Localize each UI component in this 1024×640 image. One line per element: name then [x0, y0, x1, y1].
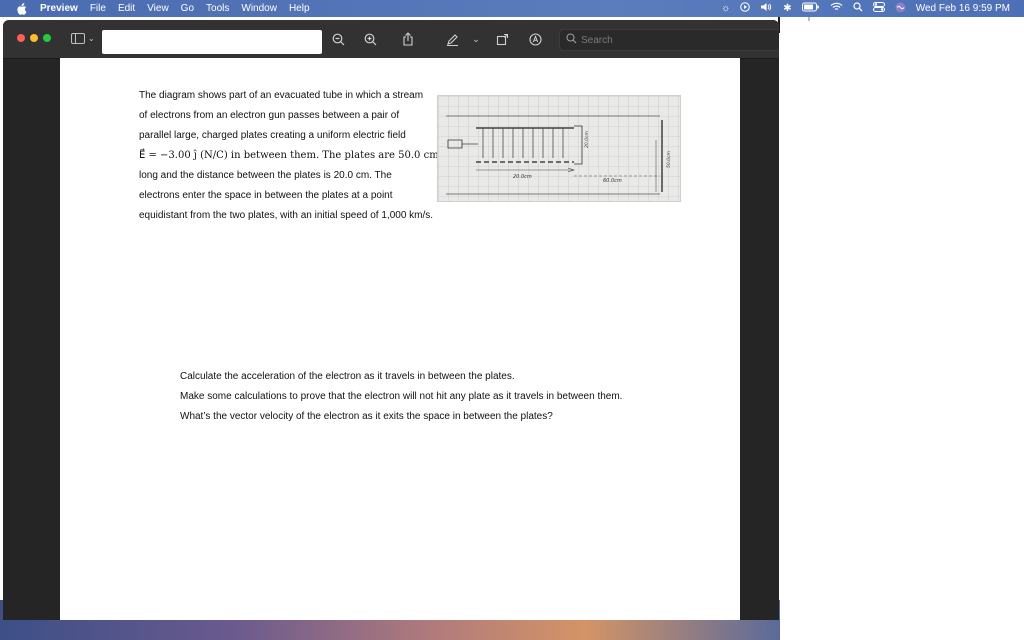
spotlight-search-icon[interactable] — [853, 2, 863, 15]
markup-pen-icon[interactable] — [443, 30, 461, 48]
sidebar-toggle-button[interactable]: ⌄ — [71, 31, 97, 45]
battery-icon[interactable] — [801, 2, 820, 15]
minimize-button[interactable] — [30, 34, 38, 42]
status-area: ☼ ✱ Wed Feb 16 9:59 PM — [711, 0, 1010, 17]
menu-help[interactable]: Help — [289, 3, 310, 14]
share-icon[interactable] — [399, 30, 417, 48]
diagram-label: 60.0cm — [603, 178, 622, 184]
zoom-out-icon[interactable] — [329, 30, 347, 48]
annotate-icon[interactable] — [526, 30, 544, 48]
clipped-question-line — [180, 427, 650, 433]
window-edge-mark — [808, 17, 810, 21]
question-item: What’s the vector velocity of the electr… — [180, 411, 553, 422]
menu-tools[interactable]: Tools — [206, 3, 229, 14]
siri-icon[interactable] — [895, 2, 906, 16]
menu-window[interactable]: Window — [241, 3, 277, 14]
paragraph-line: of electrons from an electron gun passes… — [139, 110, 400, 121]
diagram-label: 20.0cm — [513, 174, 532, 180]
zoom-in-icon[interactable] — [361, 30, 379, 48]
clock[interactable]: Wed Feb 16 9:59 PM — [916, 3, 1010, 14]
menu-bar: Preview File Edit View Go Tools Window H… — [0, 0, 1024, 17]
brightness-icon[interactable]: ☼ — [721, 3, 730, 14]
menu-app-name[interactable]: Preview — [40, 3, 78, 14]
chevron-down-icon: ⌄ — [88, 33, 95, 43]
question-list: Calculate the acceleration of the electr… — [180, 367, 650, 433]
preview-window: ⌄ ⌄ Search The diagram shows part of an … — [3, 20, 779, 620]
diagram-label: 20.0cm — [584, 131, 590, 148]
question-item: Calculate the acceleration of the electr… — [180, 371, 515, 382]
menu-view[interactable]: View — [147, 3, 169, 14]
blank-screen-area — [780, 17, 1024, 640]
control-center-icon[interactable] — [872, 2, 885, 15]
rotate-icon[interactable] — [493, 30, 511, 48]
paragraph-line: long and the distance between the plates… — [139, 170, 392, 181]
search-field[interactable]: Search — [559, 29, 779, 51]
search-placeholder: Search — [581, 34, 613, 46]
paragraph-line: E⃗ = −3.00 ĵ (N/C) in between them. The … — [139, 150, 439, 161]
play-icon[interactable] — [740, 2, 751, 15]
paragraph-line: electrons enter the space in between the… — [139, 190, 393, 201]
volume-icon[interactable] — [760, 2, 773, 15]
grid-paper-sketch: 20.0cm 60.0cm 20.0cm 50.0cm — [438, 96, 680, 201]
menu-edit[interactable]: Edit — [118, 3, 135, 14]
electron-tube-diagram: 20.0cm 60.0cm 20.0cm 50.0cm — [437, 95, 681, 202]
paragraph-line: The diagram shows part of an evacuated t… — [139, 90, 424, 101]
zoom-button[interactable] — [43, 34, 51, 42]
wifi-icon[interactable] — [830, 2, 843, 15]
window-toolbar: ⌄ ⌄ Search — [3, 20, 779, 59]
search-icon — [566, 33, 577, 47]
paragraph-line: parallel large, charged plates creating … — [139, 130, 406, 141]
bluetooth-icon[interactable]: ✱ — [783, 3, 791, 14]
close-button[interactable] — [17, 34, 25, 42]
apple-menu-icon[interactable] — [14, 0, 28, 17]
menu-file[interactable]: File — [90, 3, 106, 14]
document-title-field[interactable] — [102, 30, 322, 54]
document-page[interactable]: The diagram shows part of an evacuated t… — [60, 58, 740, 620]
markup-menu-chevron-icon[interactable]: ⌄ — [467, 30, 485, 48]
sidebar-icon — [71, 32, 85, 44]
diagram-label: 50.0cm — [666, 151, 672, 168]
problem-paragraph: The diagram shows part of an evacuated t… — [139, 86, 449, 226]
paragraph-line: equidistant from the two plates, with an… — [139, 210, 434, 221]
question-item: Make some calculations to prove that the… — [180, 391, 623, 402]
menu-go[interactable]: Go — [181, 3, 194, 14]
